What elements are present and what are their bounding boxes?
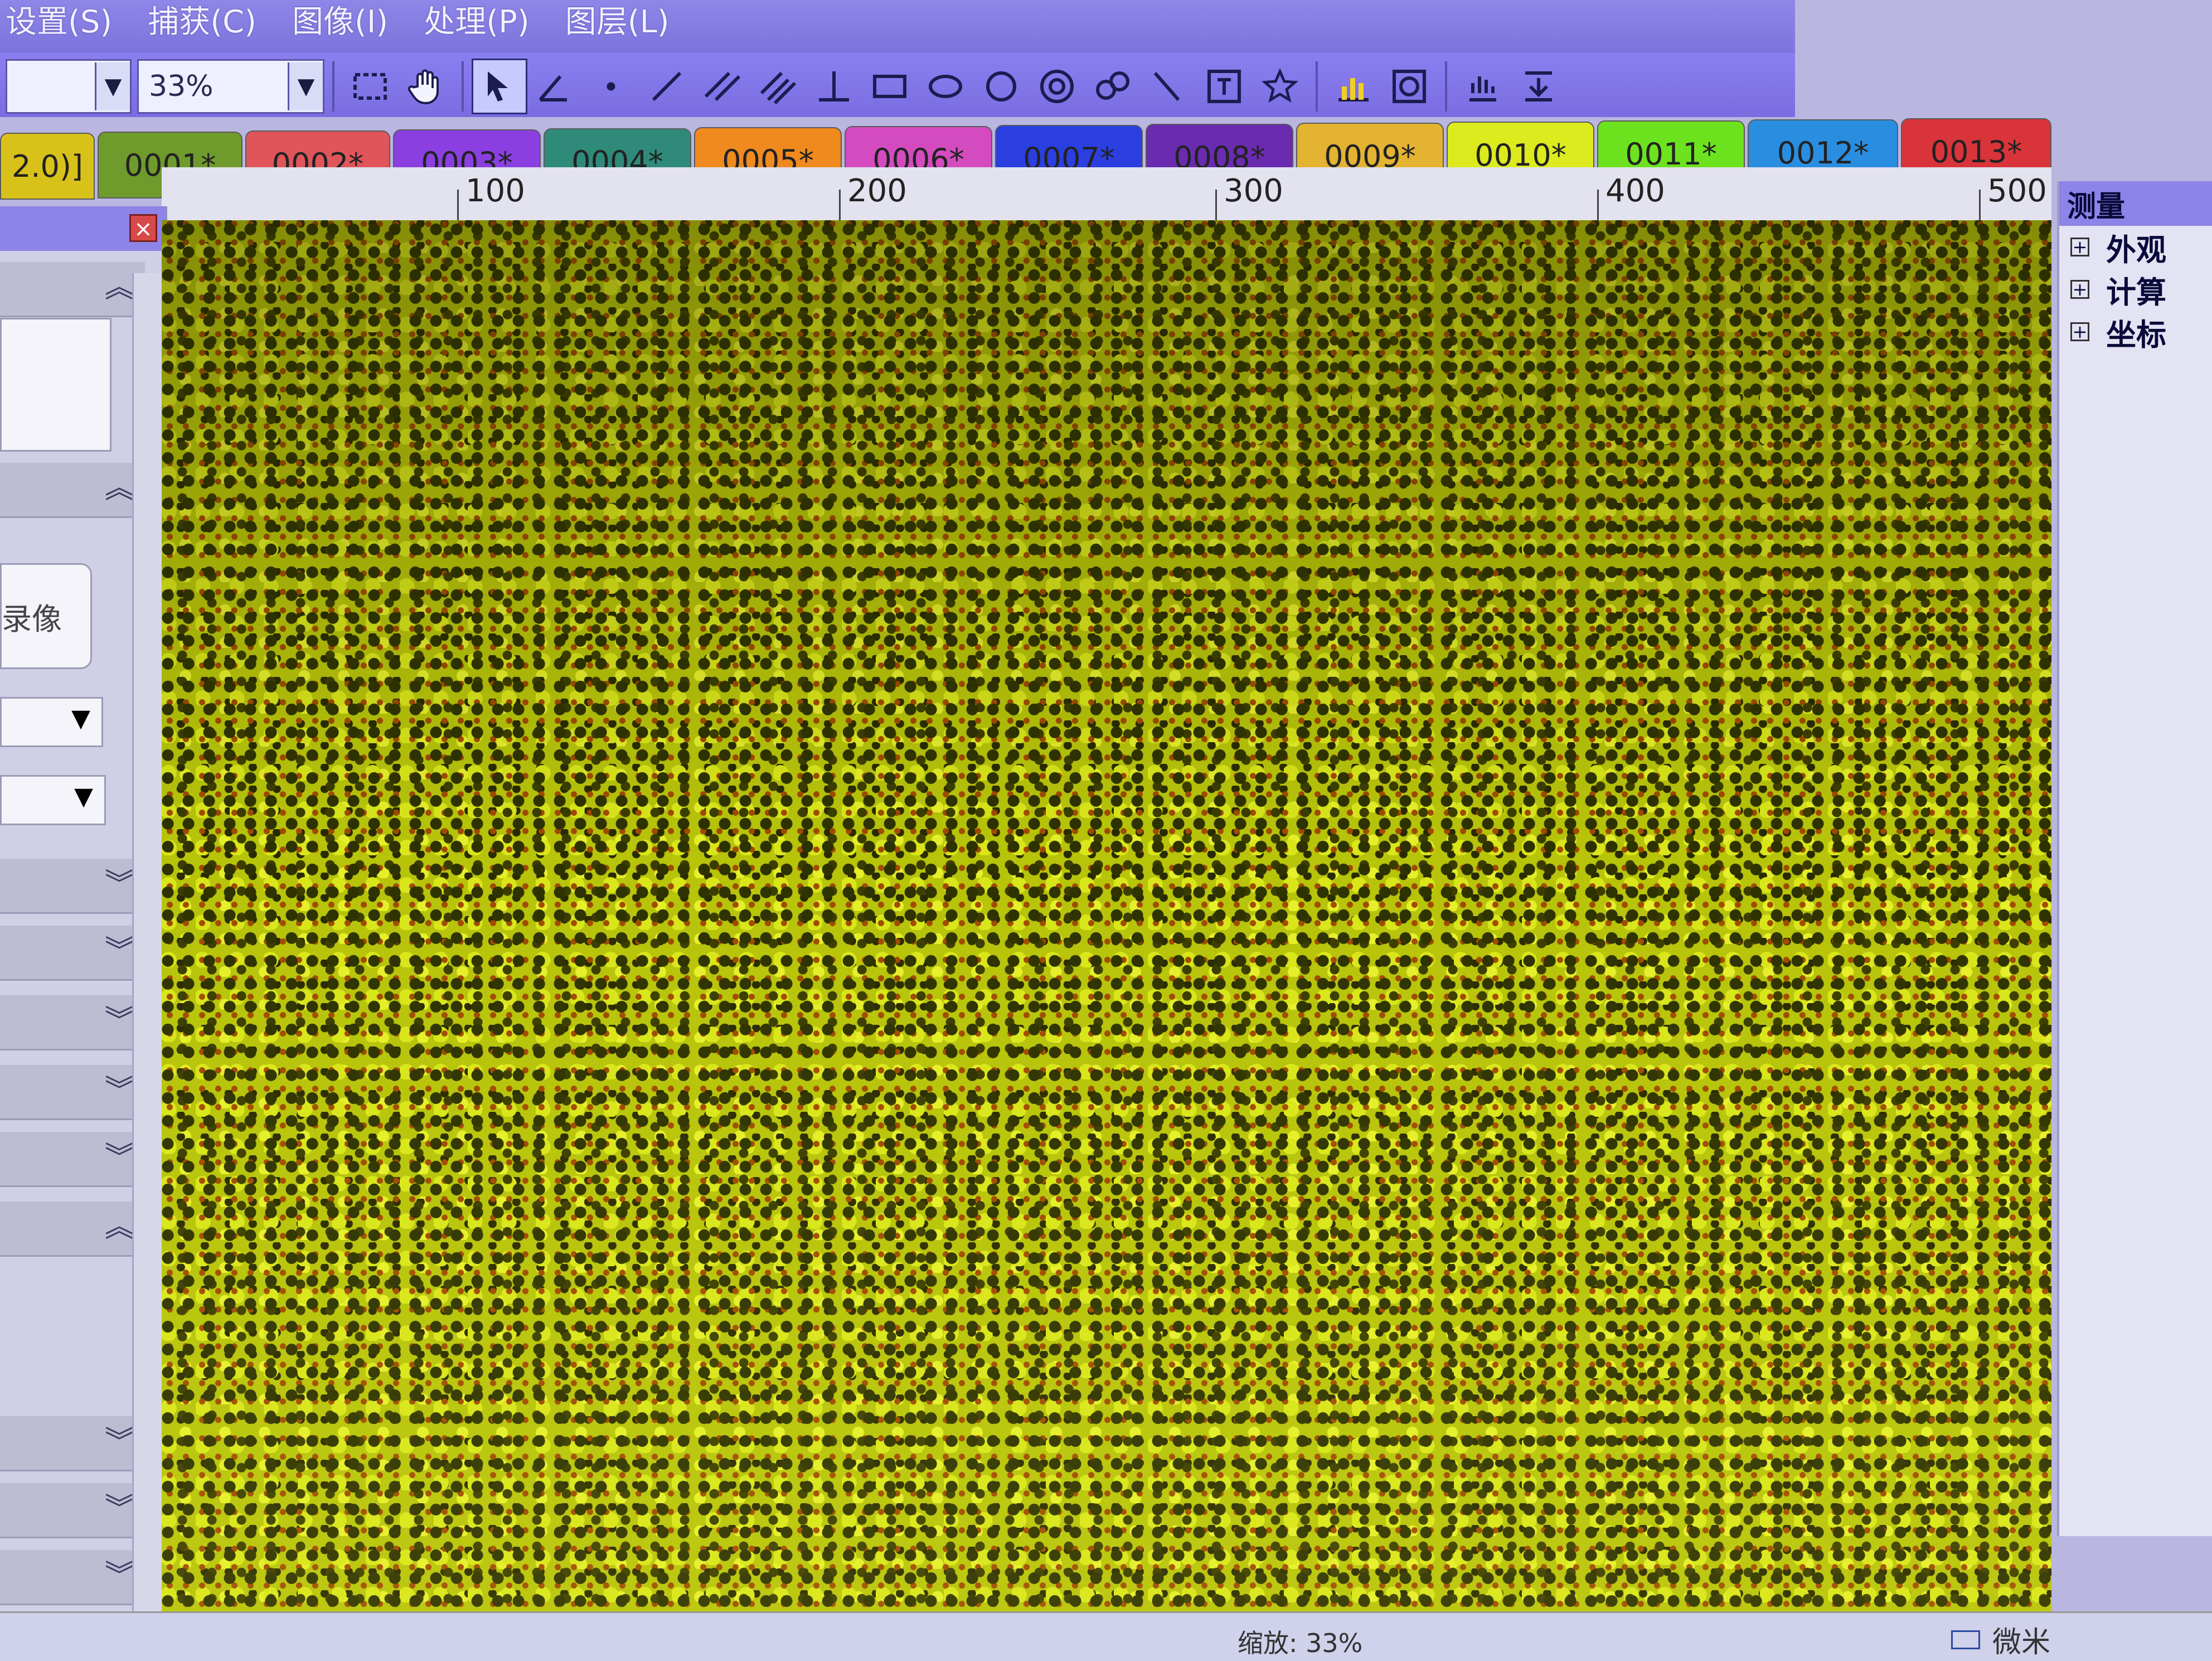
- chevron-down-icon[interactable]: ︾: [105, 1143, 134, 1172]
- ruler-tick: [1215, 190, 1217, 223]
- tree-item-calculation[interactable]: + 计算: [2059, 268, 2212, 311]
- polyline-icon[interactable]: [1141, 59, 1196, 114]
- export-icon[interactable]: [1511, 59, 1566, 114]
- panel-scrollbar[interactable]: [132, 273, 165, 1634]
- toolbar-separator: [1445, 61, 1447, 112]
- circle-icon[interactable]: [973, 59, 1029, 114]
- chevron-down-icon[interactable]: ︾: [105, 1006, 134, 1035]
- chevron-up-icon[interactable]: ︽: [105, 1213, 134, 1242]
- ellipse-icon[interactable]: [918, 59, 973, 114]
- toolbar: ▼ 33% ▼: [0, 53, 1795, 120]
- chevron-down-icon[interactable]: ▼: [95, 62, 130, 110]
- ruler-icon: [1951, 1630, 1980, 1649]
- panel-section-header[interactable]: ︾: [0, 859, 145, 914]
- rectangle-icon[interactable]: [862, 59, 918, 114]
- menu-process[interactable]: 处理(P): [424, 0, 529, 53]
- measurement-panel-title: 测量: [2059, 181, 2212, 226]
- panel-section-header[interactable]: ︾: [0, 1550, 145, 1605]
- tree-item-appearance[interactable]: + 外观: [2059, 226, 2212, 268]
- ruler-tick: [457, 190, 459, 223]
- ruler-label-200: 200: [847, 173, 907, 209]
- perpendicular-icon[interactable]: [806, 59, 862, 114]
- chevron-down-icon[interactable]: ︾: [105, 870, 134, 899]
- ruler-label-500: 500: [1987, 173, 2047, 209]
- toolbar-separator: [332, 61, 334, 112]
- chevron-down-icon[interactable]: ︾: [105, 1561, 134, 1590]
- record-button[interactable]: 录像: [0, 563, 92, 669]
- chevron-up-icon[interactable]: ︽: [105, 273, 134, 302]
- expand-icon[interactable]: +: [2070, 238, 2089, 256]
- status-unit-label: 微米: [1992, 1626, 2051, 1659]
- menu-capture[interactable]: 捕获(C): [148, 0, 256, 53]
- horizontal-ruler: 100 200 300 400 500: [162, 167, 2051, 225]
- chevron-down-icon[interactable]: ▼: [71, 704, 90, 733]
- chevron-down-icon[interactable]: ︾: [105, 1494, 134, 1523]
- panel-section-header[interactable]: ︽: [0, 1202, 145, 1257]
- text-icon[interactable]: [1196, 59, 1252, 114]
- chevron-down-icon[interactable]: ▼: [74, 782, 93, 811]
- chevron-down-icon[interactable]: ︾: [105, 1427, 134, 1456]
- left-dropdown-1[interactable]: ▼: [0, 697, 103, 747]
- chevron-down-icon[interactable]: ▼: [288, 62, 323, 110]
- panel-section-header[interactable]: ︾: [0, 1065, 145, 1120]
- panel-section-header[interactable]: ︾: [0, 1416, 145, 1471]
- zoom-value: 33%: [149, 70, 214, 103]
- measurement-panel: 测量 + 外观 + 计算 + 坐标: [2057, 181, 2212, 1536]
- expand-icon[interactable]: +: [2070, 322, 2089, 341]
- status-unit[interactable]: 微米: [1951, 1619, 2050, 1660]
- menu-settings[interactable]: 设置(S): [6, 0, 112, 53]
- tree-item-coordinates[interactable]: + 坐标: [2059, 311, 2212, 353]
- toolbar-separator: [1316, 61, 1318, 112]
- pointer-icon[interactable]: [472, 59, 527, 114]
- record-button-label: 录像: [2, 601, 62, 637]
- angle-icon[interactable]: [527, 59, 583, 114]
- menu-bar: 设置(S) 捕获(C) 图像(I) 处理(P) 图层(L): [0, 0, 1795, 53]
- star-icon[interactable]: [1252, 59, 1308, 114]
- status-zoom: 缩放: 33%: [1238, 1628, 1363, 1658]
- expand-icon[interactable]: +: [2070, 280, 2089, 299]
- left-dropdown-2[interactable]: ▼: [0, 775, 106, 825]
- chevron-up-icon[interactable]: ︽: [105, 474, 134, 503]
- ruler-tick: [1979, 190, 1981, 223]
- menu-layer[interactable]: 图层(L): [565, 0, 670, 53]
- capture-icon[interactable]: [1381, 59, 1437, 114]
- panel-section-header[interactable]: ︾: [0, 1483, 145, 1538]
- point-icon[interactable]: [583, 59, 639, 114]
- hand-icon[interactable]: [398, 59, 454, 114]
- tree-item-label: 坐标: [2106, 317, 2166, 352]
- panel-section-body: [0, 318, 111, 452]
- polygon-icon[interactable]: [1085, 59, 1141, 114]
- parallel-line-icon[interactable]: [695, 59, 750, 114]
- ruler-tick: [1597, 190, 1599, 223]
- multi-line-icon[interactable]: [750, 59, 806, 114]
- chevron-down-icon[interactable]: ︾: [105, 937, 134, 966]
- tree-item-label: 计算: [2106, 274, 2166, 310]
- concentric-circle-icon[interactable]: [1029, 59, 1085, 114]
- source-combo[interactable]: ▼: [6, 59, 132, 114]
- ruler-tick: [839, 190, 841, 223]
- close-icon[interactable]: ×: [129, 214, 157, 242]
- left-control-panel: × ︽ ︽ 录像 ▼ ▼ ︾ ︾ ︾ ︾ ︾ ︽ ︾ ︾ ︾: [0, 206, 167, 1659]
- line-icon[interactable]: [639, 59, 695, 114]
- panel-section-header[interactable]: ︾: [0, 1132, 145, 1187]
- image-canvas[interactable]: [162, 220, 2051, 1614]
- panel-section-header[interactable]: ︾: [0, 926, 145, 981]
- tree-item-label: 外观: [2106, 232, 2166, 268]
- panel-title-bar: ×: [0, 206, 165, 251]
- toolbar-separator: [462, 61, 464, 112]
- chevron-down-icon[interactable]: ︾: [105, 1076, 134, 1105]
- settings-icon[interactable]: [1455, 59, 1511, 114]
- zoom-combo[interactable]: 33% ▼: [137, 59, 324, 114]
- menu-image[interactable]: 图像(I): [292, 0, 388, 53]
- panel-section-header[interactable]: ︾: [0, 995, 145, 1050]
- ruler-label-100: 100: [465, 173, 525, 209]
- status-bar: 缩放: 33% 微米: [0, 1611, 2212, 1661]
- ruler-label-300: 300: [1224, 173, 1283, 209]
- ruler-label-400: 400: [1605, 173, 1665, 209]
- panel-section-header[interactable]: ︽: [0, 463, 145, 518]
- chart-icon[interactable]: [1326, 59, 1381, 114]
- panel-section-header[interactable]: ︽: [0, 262, 145, 317]
- tab-image-0[interactable]: 2.0)]: [0, 133, 95, 200]
- rect-select-icon[interactable]: [342, 59, 398, 114]
